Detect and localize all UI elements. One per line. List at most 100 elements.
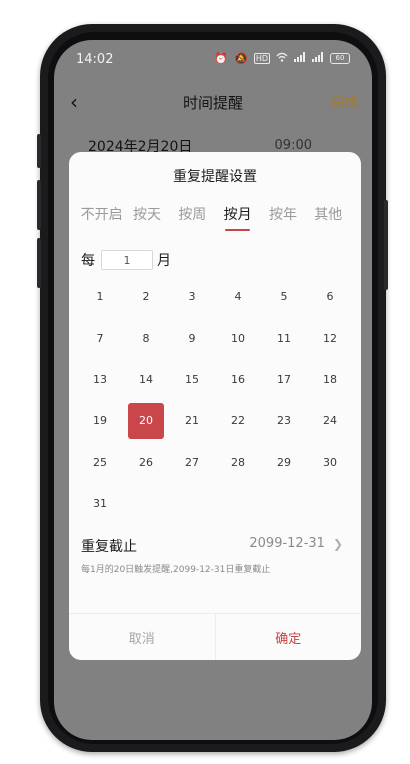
status-bar: 14:02 ⏰ 🔕 HD 60 bbox=[54, 40, 372, 74]
day-cell[interactable]: 4 bbox=[215, 276, 261, 317]
tab-other[interactable]: 其他 bbox=[306, 204, 351, 231]
mute-icon: 🔕 bbox=[234, 52, 248, 65]
day-of-month-grid: 1 2 3 4 5 6 7 8 9 10 11 12 13 14 15 16 17 18 19 20 21 22 23 24 2… bbox=[77, 276, 353, 524]
day-number: 26 bbox=[139, 455, 153, 469]
day-cell[interactable]: 12 bbox=[307, 317, 353, 358]
repeat-mode-tabs: 不开启 按天 按周 按月 按年 其他 bbox=[69, 204, 361, 231]
interval-input[interactable] bbox=[101, 250, 153, 270]
day-cell[interactable]: 14 bbox=[123, 359, 169, 400]
tab-off[interactable]: 不开启 bbox=[79, 204, 124, 231]
signal-icon bbox=[312, 52, 324, 65]
day-number: 16 bbox=[231, 372, 245, 386]
wifi-icon bbox=[276, 52, 288, 65]
day-cell[interactable]: 6 bbox=[307, 276, 353, 317]
app-header: ‹ 时间提醒 完成 bbox=[54, 84, 372, 120]
tab-monthly[interactable]: 按月 bbox=[215, 204, 260, 231]
day-cell[interactable]: 22 bbox=[215, 400, 261, 441]
day-number: 7 bbox=[96, 331, 104, 345]
alarm-icon: ⏰ bbox=[214, 52, 229, 65]
day-number: 14 bbox=[139, 372, 153, 386]
day-cell[interactable]: 18 bbox=[307, 359, 353, 400]
repeat-reminder-dialog: 重复提醒设置 不开启 按天 按周 按月 按年 其他 每 月 1234567891… bbox=[69, 152, 361, 660]
tab-yearly[interactable]: 按年 bbox=[260, 204, 305, 231]
volume-button bbox=[37, 238, 41, 288]
day-number: 4 bbox=[234, 290, 242, 304]
day-cell[interactable]: 5 bbox=[261, 276, 307, 317]
tab-daily[interactable]: 按天 bbox=[124, 204, 169, 231]
day-cell[interactable]: 29 bbox=[261, 442, 307, 483]
day-number: 29 bbox=[277, 455, 291, 469]
day-cell[interactable]: 9 bbox=[169, 317, 215, 358]
repeat-until-value: 2099-12-31 bbox=[249, 536, 325, 551]
day-cell[interactable]: 13 bbox=[77, 359, 123, 400]
battery-icon: 60 bbox=[330, 53, 350, 64]
day-cell[interactable]: 11 bbox=[261, 317, 307, 358]
day-number: 24 bbox=[323, 414, 337, 428]
day-number: 18 bbox=[323, 372, 337, 386]
day-cell[interactable]: 28 bbox=[215, 442, 261, 483]
day-number: 23 bbox=[277, 414, 291, 428]
day-number: 3 bbox=[188, 290, 196, 304]
volume-button bbox=[37, 180, 41, 230]
hd-icon: HD bbox=[253, 53, 270, 64]
dialog-title: 重复提醒设置 bbox=[173, 169, 257, 185]
tab-weekly[interactable]: 按周 bbox=[170, 204, 215, 231]
day-cell[interactable]: 2 bbox=[123, 276, 169, 317]
day-cell[interactable]: 20 bbox=[123, 400, 169, 441]
interval-unit: 月 bbox=[157, 253, 171, 269]
day-number: 25 bbox=[93, 455, 107, 469]
day-cell[interactable]: 24 bbox=[307, 400, 353, 441]
day-cell[interactable]: 17 bbox=[261, 359, 307, 400]
day-number: 19 bbox=[93, 414, 107, 428]
day-cell[interactable]: 23 bbox=[261, 400, 307, 441]
day-number: 10 bbox=[231, 331, 245, 345]
day-cell[interactable]: 19 bbox=[77, 400, 123, 441]
day-cell[interactable]: 27 bbox=[169, 442, 215, 483]
day-number: 12 bbox=[323, 331, 337, 345]
status-time: 14:02 bbox=[76, 52, 114, 67]
day-cell[interactable]: 30 bbox=[307, 442, 353, 483]
day-cell[interactable]: 1 bbox=[77, 276, 123, 317]
day-cell[interactable]: 10 bbox=[215, 317, 261, 358]
day-number: 9 bbox=[188, 331, 196, 345]
day-cell[interactable]: 7 bbox=[77, 317, 123, 358]
interval-prefix: 每 bbox=[81, 253, 95, 269]
day-cell[interactable]: 16 bbox=[215, 359, 261, 400]
day-number: 15 bbox=[185, 372, 199, 386]
day-number: 28 bbox=[231, 455, 245, 469]
chevron-right-icon: ❯ bbox=[332, 536, 343, 551]
day-number: 2 bbox=[142, 290, 150, 304]
day-number: 11 bbox=[277, 331, 291, 345]
day-cell[interactable]: 3 bbox=[169, 276, 215, 317]
day-number: 21 bbox=[185, 414, 199, 428]
day-number: 20 bbox=[128, 402, 164, 439]
day-cell[interactable]: 21 bbox=[169, 400, 215, 441]
cancel-button[interactable]: 取消 bbox=[69, 614, 216, 660]
confirm-button[interactable]: 确定 bbox=[216, 614, 362, 660]
done-button[interactable]: 完成 bbox=[330, 92, 358, 112]
day-cell[interactable]: 15 bbox=[169, 359, 215, 400]
status-icons: ⏰ 🔕 HD 60 bbox=[214, 52, 350, 65]
day-cell[interactable]: 31 bbox=[77, 483, 123, 524]
day-cell[interactable]: 26 bbox=[123, 442, 169, 483]
day-cell[interactable]: 25 bbox=[77, 442, 123, 483]
interval-row: 每 月 bbox=[81, 250, 171, 270]
day-number: 1 bbox=[96, 290, 104, 304]
day-cell[interactable]: 8 bbox=[123, 317, 169, 358]
day-number: 6 bbox=[326, 290, 334, 304]
day-number: 17 bbox=[277, 372, 291, 386]
power-button bbox=[384, 200, 388, 290]
signal-icon bbox=[294, 52, 306, 65]
day-number: 13 bbox=[93, 372, 107, 386]
day-number: 22 bbox=[231, 414, 245, 428]
volume-button bbox=[37, 134, 41, 168]
reminder-time[interactable]: 09:00 bbox=[275, 138, 312, 153]
repeat-summary: 每1月的20日触发提醒,2099-12-31日重复截止 bbox=[81, 565, 271, 575]
day-number: 8 bbox=[142, 331, 150, 345]
dialog-footer: 取消 确定 bbox=[69, 613, 361, 660]
day-number: 31 bbox=[93, 497, 107, 511]
repeat-until-selector[interactable]: 2099-12-31 ❯ bbox=[249, 536, 343, 551]
day-number: 27 bbox=[185, 455, 199, 469]
day-number: 30 bbox=[323, 455, 337, 469]
page-title: 时间提醒 bbox=[182, 94, 243, 112]
